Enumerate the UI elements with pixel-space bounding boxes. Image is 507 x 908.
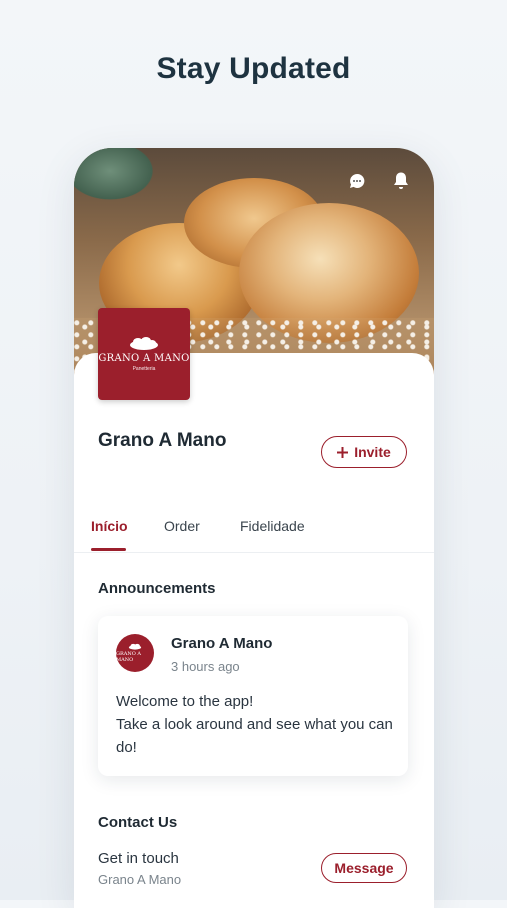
bell-icon[interactable] <box>390 170 412 192</box>
tab-inicio[interactable]: Início <box>91 518 128 534</box>
avatar: GRANO A MANO <box>116 634 154 672</box>
logo-subtext: Panetteria <box>132 366 156 372</box>
post-timestamp: 3 hours ago <box>171 659 240 674</box>
contact-title: Contact Us <box>98 814 178 831</box>
tab-bar: Início Order Fidelidade <box>74 508 434 553</box>
post-line-1: Welcome to the app! <box>116 693 254 710</box>
post-author: Grano A Mano <box>171 635 273 652</box>
post-line-2: Take a look around and see what you can … <box>116 716 393 756</box>
business-name: Grano A Mano <box>98 430 227 451</box>
header-actions <box>346 170 412 192</box>
active-tab-indicator <box>91 548 126 551</box>
contact-name: Grano A Mano <box>98 872 182 887</box>
tab-fidelidade[interactable]: Fidelidade <box>240 518 305 534</box>
bread-icon <box>130 337 158 350</box>
business-logo: GRANO A MANO Panetteria <box>98 308 190 400</box>
contact-prompt: Get in touch <box>98 850 179 867</box>
tab-order[interactable]: Order <box>164 518 200 534</box>
invite-button[interactable]: Invite <box>321 436 407 468</box>
announcement-card[interactable]: GRANO A MANO Grano A Mano 3 hours ago We… <box>98 616 408 776</box>
invite-label: Invite <box>354 444 391 460</box>
post-body: Welcome to the app! Take a look around a… <box>116 690 396 759</box>
phone-frame: GRANO A MANO Panetteria Grano A Mano Inv… <box>74 148 434 908</box>
avatar-logo-text: GRANO A MANO <box>116 651 142 663</box>
message-button[interactable]: Message <box>321 853 407 883</box>
chat-icon[interactable] <box>346 170 368 192</box>
plus-icon <box>337 446 349 458</box>
bread-icon <box>128 643 142 650</box>
logo-text: GRANO A MANO <box>98 353 190 364</box>
announcements-title: Announcements <box>98 580 216 597</box>
page-headline: Stay Updated <box>156 52 351 85</box>
